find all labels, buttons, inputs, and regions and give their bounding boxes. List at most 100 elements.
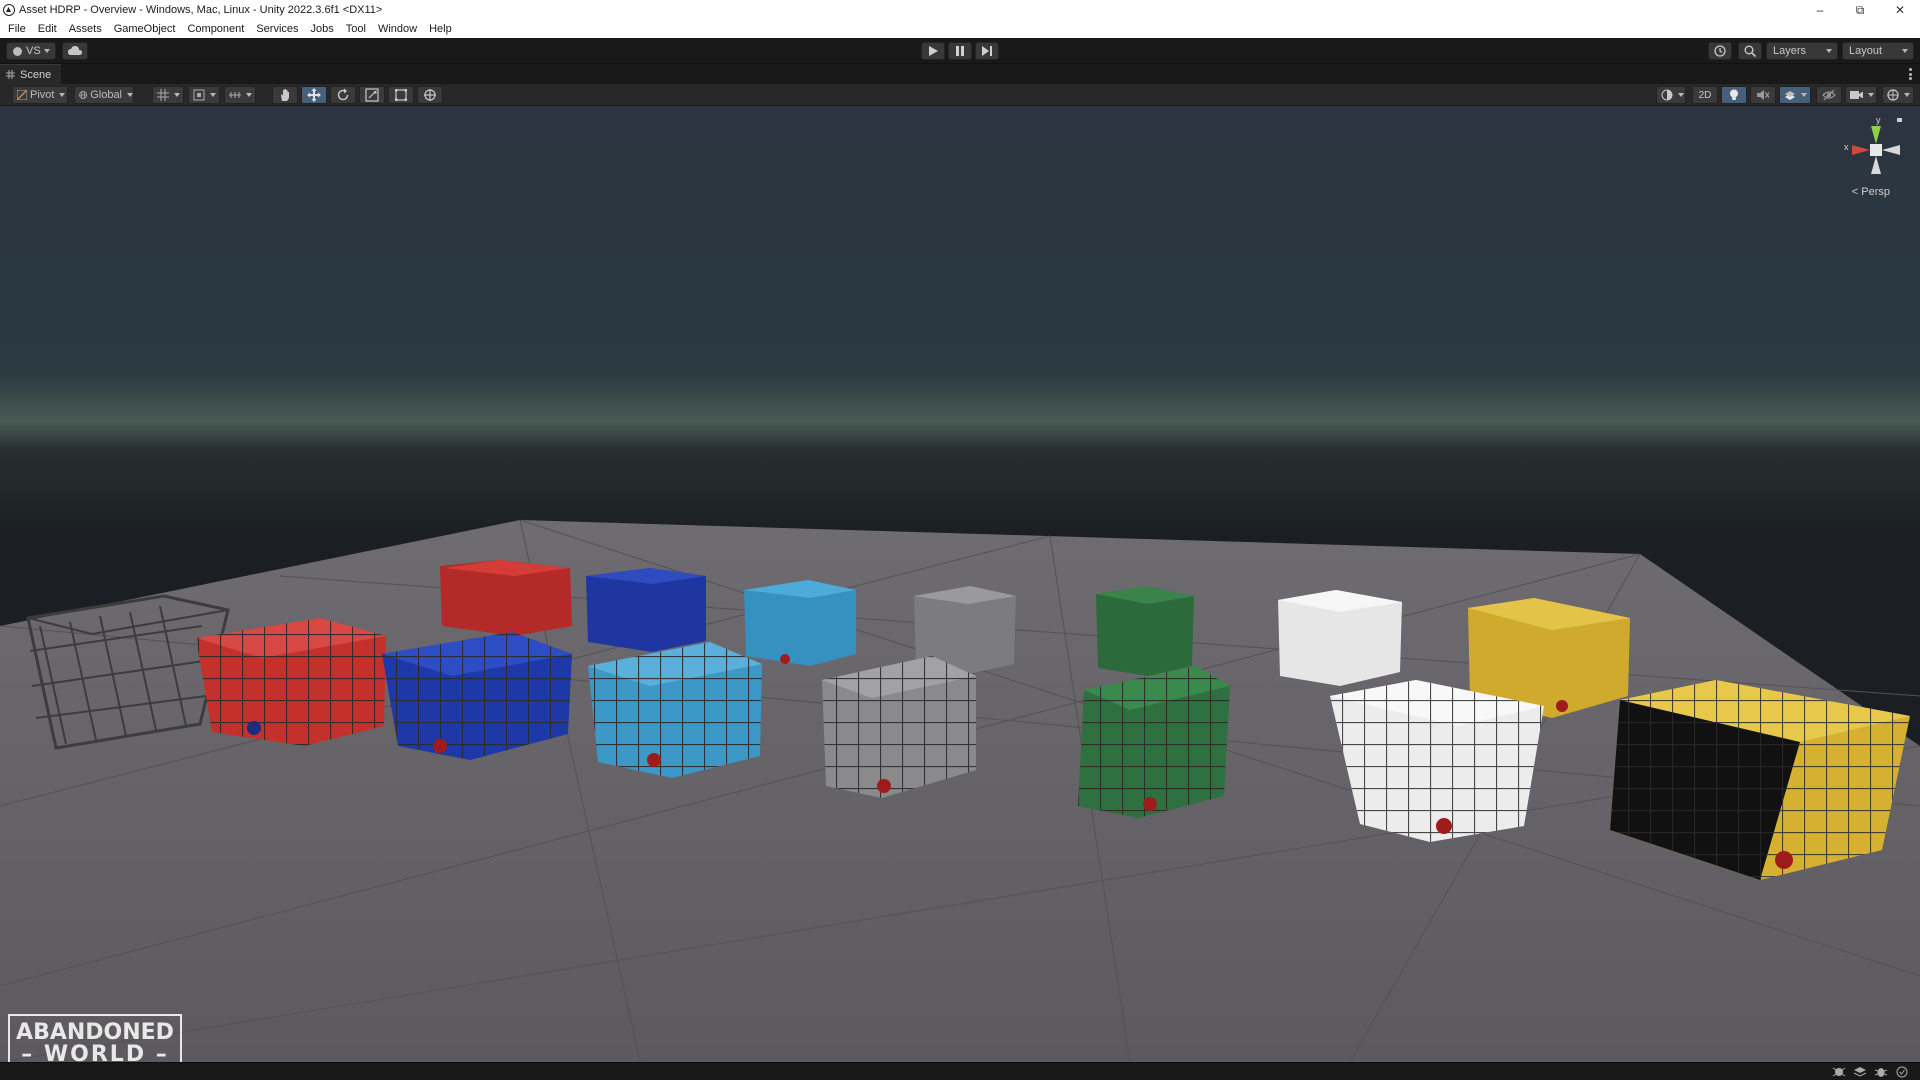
pivot-dropdown[interactable]: Pivot bbox=[12, 86, 68, 104]
global-dropdown[interactable]: Global bbox=[74, 86, 134, 104]
menu-assets[interactable]: Assets bbox=[63, 23, 108, 35]
tab-scene[interactable]: Scene bbox=[0, 64, 62, 84]
effects-icon bbox=[1785, 91, 1795, 100]
draw-mode-dropdown[interactable] bbox=[1656, 86, 1686, 104]
gizmo-center-cube[interactable] bbox=[1870, 144, 1882, 156]
window-title: Asset HDRP - Overview - Windows, Mac, Li… bbox=[19, 4, 383, 16]
chevron-down-icon bbox=[59, 93, 66, 97]
scene-render[interactable] bbox=[0, 106, 1920, 1062]
effects-dropdown[interactable] bbox=[1779, 86, 1811, 104]
gizmo-neg-y-arrow[interactable] bbox=[1871, 156, 1881, 174]
hand-tool-button[interactable] bbox=[272, 86, 298, 104]
container-back-blue[interactable] bbox=[586, 568, 706, 652]
menu-file[interactable]: File bbox=[2, 23, 32, 35]
pivot-icon bbox=[17, 90, 27, 100]
close-icon[interactable]: ✕ bbox=[1880, 0, 1920, 20]
history-button[interactable] bbox=[1708, 42, 1732, 60]
container-back-white[interactable] bbox=[1278, 590, 1402, 686]
menu-help[interactable]: Help bbox=[423, 23, 458, 35]
hidden-objects-toggle-button[interactable] bbox=[1816, 86, 1842, 104]
chevron-down-icon bbox=[1868, 93, 1874, 97]
snap-increment-dropdown[interactable] bbox=[188, 86, 220, 104]
menu-component[interactable]: Component bbox=[181, 23, 250, 35]
menu-tool[interactable]: Tool bbox=[340, 23, 372, 35]
container-back-green[interactable] bbox=[1096, 586, 1194, 676]
gizmo-x-label: x bbox=[1844, 142, 1849, 152]
chevron-down-icon bbox=[127, 93, 133, 97]
debug-icon[interactable] bbox=[1832, 1066, 1846, 1078]
search-button[interactable] bbox=[1738, 42, 1762, 60]
layout-dropdown[interactable]: Layout bbox=[1842, 42, 1914, 60]
chevron-down-icon bbox=[1678, 93, 1684, 97]
grid-visibility-icon bbox=[157, 89, 169, 101]
container-front-lightblue[interactable] bbox=[588, 642, 762, 778]
transform-tool-button[interactable] bbox=[417, 86, 443, 104]
gizmo-x-arrow[interactable] bbox=[1852, 145, 1870, 155]
increment-snap-dropdown[interactable] bbox=[224, 86, 256, 104]
container-back-lightblue[interactable] bbox=[744, 580, 856, 666]
tab-scene-label: Scene bbox=[20, 68, 52, 81]
lock-icon[interactable] bbox=[1897, 118, 1902, 122]
play-icon bbox=[928, 46, 938, 56]
container-back-red[interactable] bbox=[440, 560, 572, 636]
chevron-down-icon bbox=[1904, 93, 1910, 97]
account-icon bbox=[13, 46, 22, 56]
projection-label[interactable]: < Persp bbox=[1852, 186, 1890, 198]
pause-button[interactable] bbox=[948, 42, 972, 60]
cloud-button[interactable] bbox=[62, 42, 88, 60]
rotate-icon bbox=[337, 88, 349, 101]
ruler-icon bbox=[229, 92, 241, 98]
window-controls: – ⧉ ✕ bbox=[1800, 0, 1920, 20]
scene-viewport[interactable]: y x < Persp ABANDONED – WORLD – bbox=[0, 106, 1920, 1062]
grid-icon bbox=[6, 70, 15, 79]
check-circle-icon[interactable] bbox=[1895, 1066, 1909, 1078]
container-front-white[interactable] bbox=[1330, 680, 1544, 842]
history-icon bbox=[1714, 45, 1726, 57]
abandoned-world-logo: ABANDONED – WORLD – bbox=[8, 1014, 182, 1062]
toggle-2d-button[interactable]: 2D bbox=[1692, 86, 1718, 104]
hand-icon bbox=[281, 89, 289, 101]
pause-icon bbox=[956, 46, 964, 56]
bug-icon[interactable] bbox=[1874, 1066, 1888, 1078]
menu-gameobject[interactable]: GameObject bbox=[108, 23, 182, 35]
layers-stack-icon[interactable] bbox=[1853, 1066, 1867, 1078]
camera-settings-dropdown[interactable] bbox=[1845, 86, 1877, 104]
cloud-icon bbox=[68, 46, 82, 55]
layers-dropdown[interactable]: Layers bbox=[1766, 42, 1838, 60]
gizmos-dropdown[interactable] bbox=[1882, 86, 1914, 104]
step-button[interactable] bbox=[975, 42, 999, 60]
gizmo-neg-x-arrow[interactable] bbox=[1882, 145, 1900, 155]
rotate-tool-button[interactable] bbox=[330, 86, 356, 104]
move-tool-button[interactable] bbox=[301, 86, 327, 104]
container-front-gray[interactable] bbox=[822, 656, 976, 798]
rect-tool-button[interactable] bbox=[388, 86, 414, 104]
restore-icon[interactable]: ⧉ bbox=[1840, 0, 1880, 20]
chevron-down-icon bbox=[210, 93, 216, 97]
play-button[interactable] bbox=[921, 42, 945, 60]
audio-toggle-button[interactable] bbox=[1750, 86, 1776, 104]
chevron-down-icon bbox=[1826, 49, 1832, 53]
scale-tool-button[interactable] bbox=[359, 86, 385, 104]
minimize-icon[interactable]: – bbox=[1800, 0, 1840, 20]
menu-window[interactable]: Window bbox=[372, 23, 423, 35]
menu-edit[interactable]: Edit bbox=[32, 23, 63, 35]
rect-transform-icon bbox=[395, 89, 407, 101]
container-front-red[interactable] bbox=[196, 618, 386, 746]
menu-jobs[interactable]: Jobs bbox=[305, 23, 340, 35]
chevron-down-icon bbox=[174, 93, 180, 97]
gizmo-y-label: y bbox=[1876, 115, 1881, 125]
chevron-down-icon bbox=[246, 93, 252, 97]
shading-icon bbox=[1661, 89, 1673, 101]
lighting-toggle-button[interactable] bbox=[1721, 86, 1747, 104]
menu-services[interactable]: Services bbox=[250, 23, 304, 35]
gizmo-y-arrow[interactable] bbox=[1871, 126, 1881, 144]
scene-tab-bar: Scene bbox=[0, 64, 1920, 84]
container-front-green[interactable] bbox=[1078, 666, 1230, 818]
logo-line-1: ABANDONED bbox=[16, 1020, 174, 1045]
account-dropdown[interactable]: VS bbox=[6, 42, 56, 60]
globe-icon bbox=[79, 91, 88, 99]
grid-snap-dropdown[interactable] bbox=[152, 86, 184, 104]
layers-label: Layers bbox=[1773, 45, 1807, 57]
scale-icon bbox=[365, 88, 379, 102]
more-options-icon[interactable] bbox=[1909, 68, 1912, 80]
